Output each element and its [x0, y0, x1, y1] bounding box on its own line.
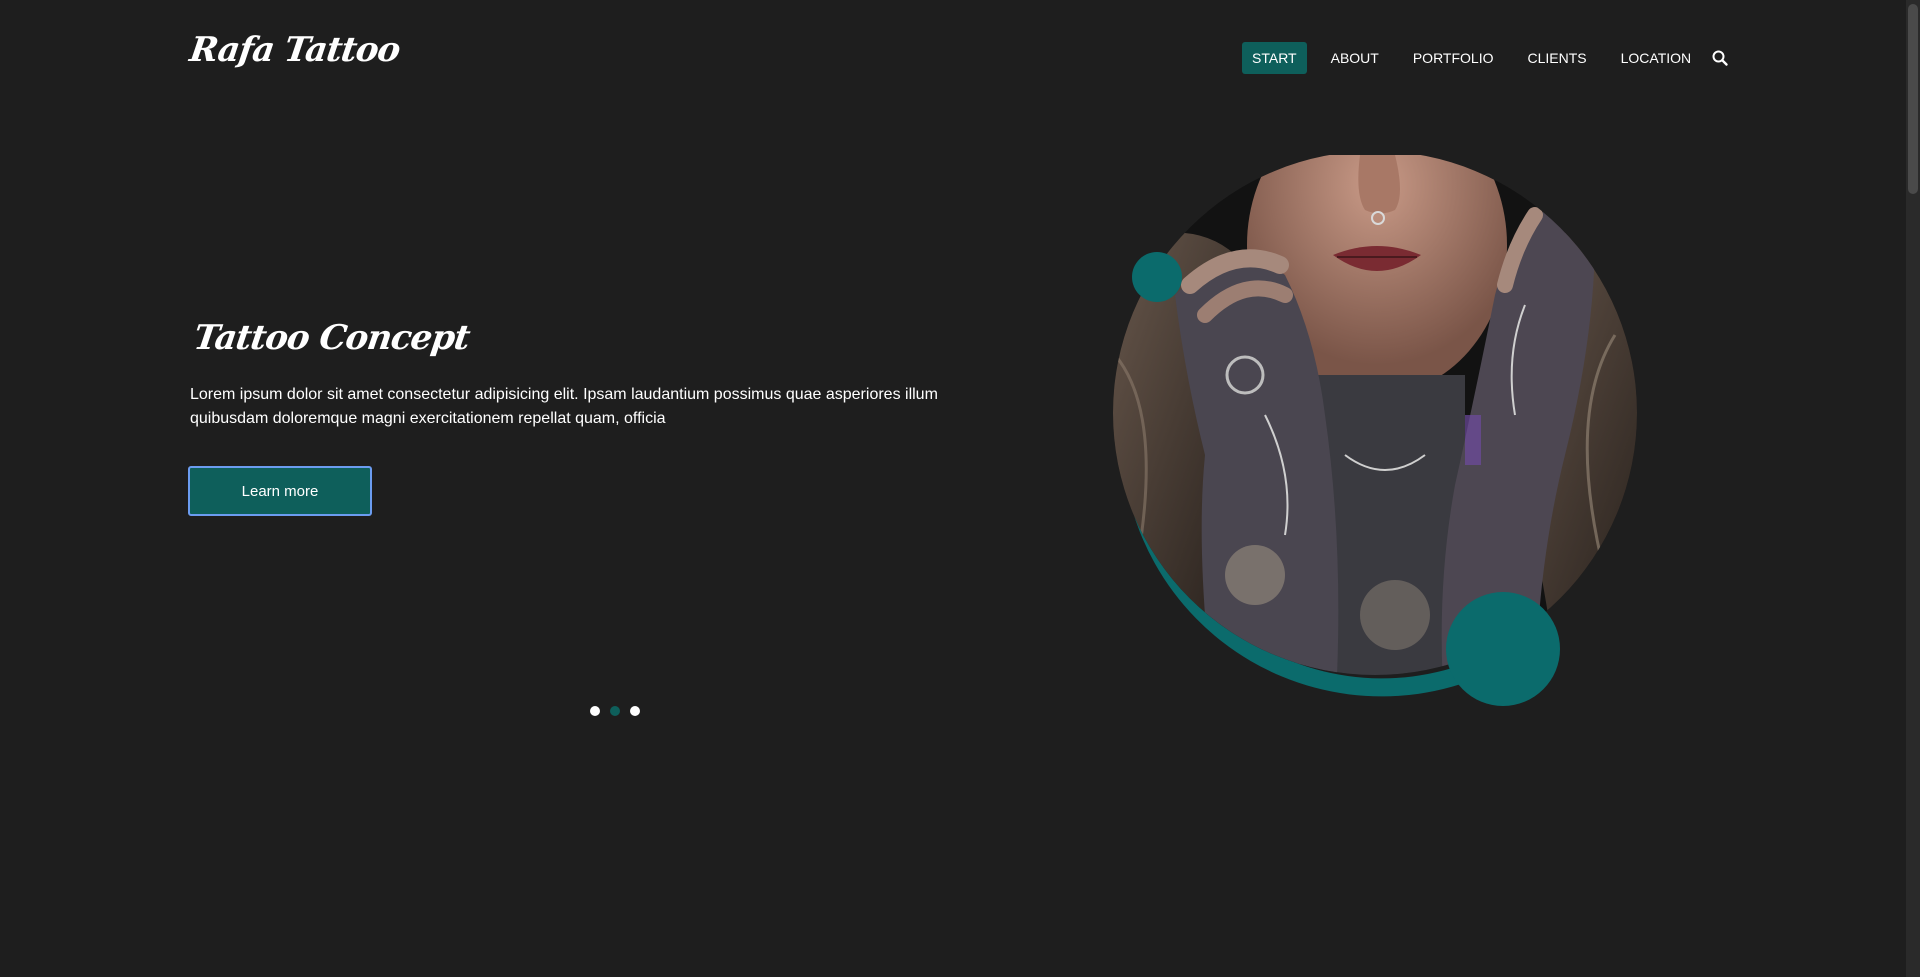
hero-description: Lorem ipsum dolor sit amet consectetur a…	[190, 386, 938, 427]
accent-dot-large	[1446, 592, 1560, 706]
slider-dot-3[interactable]	[630, 706, 640, 716]
nav-item-about[interactable]: ABOUT	[1321, 42, 1389, 74]
scrollbar-thumb[interactable]	[1908, 4, 1918, 194]
main-nav: START ABOUT PORTFOLIO CLIENTS LOCATION	[1242, 42, 1729, 74]
search-icon[interactable]	[1711, 49, 1729, 67]
nav-item-portfolio[interactable]: PORTFOLIO	[1403, 42, 1504, 74]
learn-more-button[interactable]: Learn more	[188, 466, 372, 516]
portrait-image	[1113, 151, 1637, 675]
page: Rafa Tattoo START ABOUT PORTFOLIO CLIENT…	[0, 0, 1920, 977]
site-logo[interactable]: Rafa Tattoo	[187, 30, 402, 70]
nav-item-start[interactable]: START	[1242, 42, 1307, 74]
accent-dot-small	[1132, 252, 1182, 302]
nav-item-location[interactable]: LOCATION	[1611, 42, 1702, 74]
page-scrollbar[interactable]	[1906, 0, 1920, 977]
slider-dot-1[interactable]	[590, 706, 600, 716]
slider-dots	[590, 706, 640, 716]
nav-item-clients[interactable]: CLIENTS	[1518, 42, 1597, 74]
hero-image-container	[1095, 151, 1675, 715]
slider-dot-2[interactable]	[610, 706, 620, 716]
hero-title: Tattoo Concept	[191, 318, 472, 358]
